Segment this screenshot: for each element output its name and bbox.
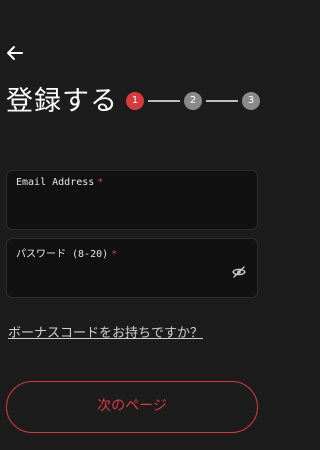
next-page-button[interactable]: 次のページ [6,381,258,433]
back-button[interactable] [4,42,26,64]
step-2: 2 [184,92,202,110]
bonus-code-link[interactable]: ボーナスコードをお持ちですか？ [8,322,203,341]
email-input[interactable] [16,199,220,223]
password-input[interactable] [16,267,220,291]
password-visibility-toggle[interactable] [230,265,248,279]
eye-slash-icon [232,266,246,278]
email-field[interactable]: Email Address * [6,170,258,230]
step-connector [206,100,238,102]
registration-screen: 登録する 1 2 3 Email Address * パスワード (8-20) * … [0,0,268,450]
step-3: 3 [242,92,260,110]
page-title: 登録する [6,86,118,117]
step-connector [148,100,180,102]
password-label: パスワード (8-20) * [16,249,118,260]
password-field[interactable]: パスワード (8-20) * [6,238,258,298]
required-mark: * [97,177,104,188]
email-label: Email Address * [16,177,104,188]
arrow-left-icon [7,46,23,60]
required-mark: * [111,249,118,260]
step-1-active: 1 [126,92,144,110]
